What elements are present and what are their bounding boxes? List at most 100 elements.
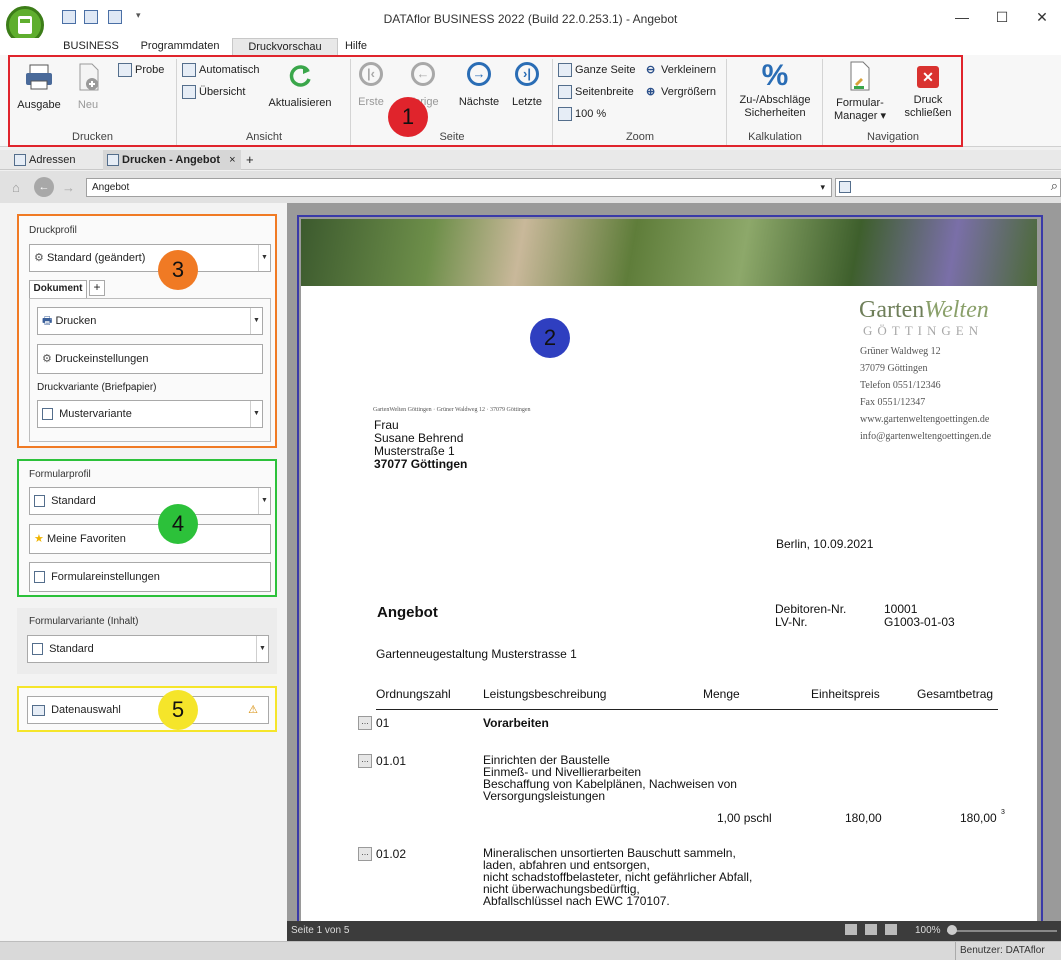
address-input[interactable]: Angebot ▾ — [86, 178, 832, 197]
formularprofil-section: Formularprofil Standard ▼ ★ Meine Favori… — [17, 459, 277, 597]
add-document-tab-button[interactable]: + — [89, 280, 105, 296]
search-icon[interactable]: ⌕ — [1051, 178, 1058, 194]
chevron-down-icon: ▼ — [258, 245, 270, 271]
company-address: Grüner Waldweg 12 37079 Göttingen Telefo… — [860, 346, 992, 442]
tab-dokument[interactable]: Dokument — [29, 280, 87, 298]
column-einheitspreis: Einheitspreis — [811, 687, 880, 701]
table-header-rule — [376, 709, 998, 710]
document-heading: Angebot — [377, 604, 438, 621]
data-selection-icon — [32, 704, 45, 716]
badge-5: 5 — [158, 690, 198, 730]
datenauswahl-section: Datenauswahl ⚠ — [17, 686, 277, 732]
add-tab-button[interactable]: + — [242, 150, 260, 170]
debitor-values: 10001 G1003-01-03 — [884, 602, 955, 629]
table-row-text: Einrichten der Baustelle Einmeß- und Niv… — [483, 753, 737, 803]
formularvariante-section: Formularvariante (Inhalt) Standard ▼ — [17, 608, 277, 674]
formularvariante-title: Formularvariante (Inhalt) — [29, 616, 139, 627]
druckprofil-select[interactable]: ⚙ Standard (geändert) ▼ — [29, 244, 271, 272]
document-icon — [42, 408, 53, 421]
document-tab-strip: Adressen Drucken - Angebot × + — [0, 150, 1061, 170]
menu-tab-hilfe[interactable]: Hilfe — [340, 38, 372, 55]
printer-icon: 🖶 — [42, 315, 53, 327]
formularvariante-select[interactable]: Standard ▼ — [27, 635, 269, 663]
table-row-footnote: 3 — [1001, 809, 1005, 816]
druckprofil-title: Druckprofil — [29, 225, 77, 236]
content-variant-icon — [32, 643, 43, 656]
chevron-down-icon: ▼ — [250, 308, 262, 334]
page-indicator: Seite 1 von 5 — [291, 925, 350, 936]
table-row-oz: 01.01 — [376, 754, 407, 768]
garden-banner-image — [301, 219, 1037, 286]
badge-4: 4 — [158, 504, 198, 544]
ribbon-highlight-frame — [8, 55, 963, 147]
tab-close-button[interactable]: × — [229, 154, 235, 166]
address-book-icon — [14, 154, 26, 167]
user-label: Benutzer: DATAflor — [960, 945, 1045, 956]
table-row-text: Mineralischen unsortierten Bauschutt sam… — [483, 846, 753, 908]
home-icon[interactable]: ⌂ — [12, 180, 20, 195]
recipient-address: Frau Susane Behrend Musterstraße 1 37077… — [374, 418, 468, 471]
chevron-down-icon: ▼ — [250, 401, 262, 427]
formulareinstellungen-button[interactable]: Formulareinstellungen — [29, 562, 271, 592]
drucken-select[interactable]: 🖶 Drucken ▼ — [37, 307, 263, 335]
tab-drucken-angebot[interactable]: Drucken - Angebot × — [103, 150, 241, 170]
menu-tab-programmdaten[interactable]: Programmdaten — [136, 38, 224, 55]
druckprofil-section: Druckprofil ⚙ Standard (geändert) ▼ Doku… — [17, 214, 277, 448]
two-page-view-icon[interactable] — [865, 924, 877, 935]
address-dropdown-icon[interactable]: ▾ — [820, 179, 825, 196]
single-page-view-icon[interactable] — [845, 924, 857, 935]
druckvariante-select[interactable]: Mustervariante ▼ — [37, 400, 263, 428]
debitor-info: Debitoren-Nr. LV-Nr. — [775, 602, 847, 629]
gear-icon: ⚙ — [42, 353, 52, 365]
star-icon: ★ — [34, 533, 44, 545]
document-page[interactable]: GartenWelten GÖTTINGEN Grüner Waldweg 12… — [301, 219, 1037, 921]
minimize-button[interactable]: — — [942, 4, 982, 30]
maximize-button[interactable]: ☐ — [982, 4, 1022, 30]
column-ordnungszahl: Ordnungszahl — [376, 687, 451, 701]
close-window-button[interactable]: ✕ — [1022, 4, 1061, 30]
meine-favoriten-button[interactable]: ★ Meine Favoriten — [29, 524, 271, 554]
menu-tab-business[interactable]: BUSINESS — [60, 38, 122, 55]
menu-tab-druckvorschau[interactable]: Druckvorschau — [232, 38, 338, 55]
status-bar: Benutzer: DATAflor — [0, 941, 1061, 960]
sender-line: GartenWelten Göttingen · Grüner Waldweg … — [373, 407, 531, 413]
column-gesamtbetrag: Gesamtbetrag — [917, 687, 994, 701]
position-chip[interactable]: … — [358, 716, 372, 730]
forward-button[interactable]: → — [62, 180, 75, 195]
warning-icon: ⚠ — [248, 704, 258, 716]
table-row-menge: 1,00 pschl — [717, 811, 772, 825]
back-button[interactable]: ← — [34, 177, 54, 197]
table-row-gesamtbetrag: 180,00 — [960, 811, 997, 825]
title-bar: ▾ DATAflor BUSINESS 2022 (Build 22.0.253… — [0, 0, 1061, 38]
badge-3: 3 — [158, 250, 198, 290]
menu-bar: BUSINESS Programmdaten Druckvorschau Hil… — [0, 38, 1061, 55]
chevron-down-icon: ▼ — [258, 488, 270, 514]
search-scope-icon[interactable] — [839, 181, 851, 193]
table-row-einheitspreis: 180,00 — [845, 811, 882, 825]
status-divider — [955, 942, 956, 960]
table-row-oz: 01 — [376, 716, 390, 730]
multi-page-view-icon[interactable] — [885, 924, 897, 935]
position-chip[interactable]: … — [358, 754, 372, 768]
form-settings-icon — [34, 571, 45, 584]
window-title: DATAflor BUSINESS 2022 (Build 22.0.253.1… — [383, 12, 678, 26]
zoom-slider[interactable] — [947, 930, 1057, 932]
druckvariante-title: Druckvariante (Briefpapier) — [37, 382, 157, 393]
formularprofil-title: Formularprofil — [29, 469, 91, 480]
badge-2: 2 — [530, 318, 570, 358]
column-menge: Menge — [703, 687, 740, 701]
column-leistungsbeschreibung: Leistungsbeschreibung — [483, 687, 607, 701]
form-icon — [34, 495, 45, 508]
zoom-slider-handle[interactable] — [947, 925, 957, 935]
position-chip[interactable]: … — [358, 847, 372, 861]
table-row-oz: 01.02 — [376, 847, 407, 861]
gear-icon: ⚙ — [34, 252, 44, 264]
tab-adressen[interactable]: Adressen — [10, 150, 96, 170]
druckeinstellungen-button[interactable]: ⚙ Druckeinstellungen — [37, 344, 263, 374]
zoom-level: 100% — [915, 925, 941, 936]
document-subject: Gartenneugestaltung Musterstrasse 1 — [376, 647, 577, 661]
search-input[interactable]: ⌕ — [835, 178, 1061, 197]
company-logo: GartenWelten — [859, 297, 989, 323]
formularprofil-select[interactable]: Standard ▼ — [29, 487, 271, 515]
datenauswahl-button[interactable]: Datenauswahl ⚠ — [27, 696, 269, 724]
